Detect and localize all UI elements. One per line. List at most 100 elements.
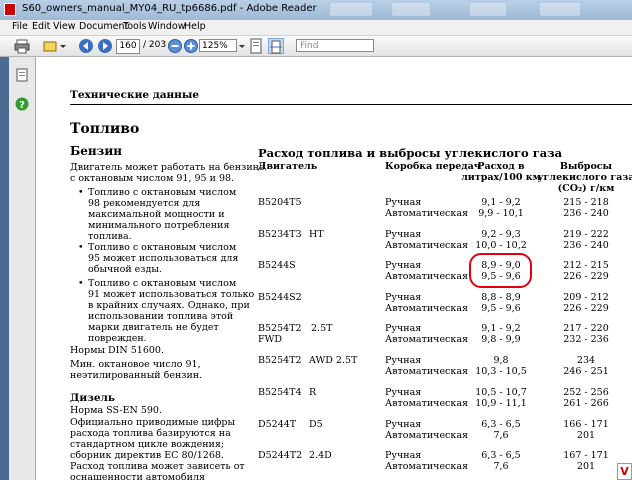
fit-page-icon[interactable] — [248, 38, 264, 54]
zoom-in-icon[interactable] — [183, 38, 199, 54]
title-bar: S60_owners_manual_MY04_RU_tp6686.pdf - A… — [0, 0, 632, 21]
table-cell-consumption: 9,1 - 9,2 — [481, 323, 521, 334]
red-highlight-circle — [469, 253, 532, 288]
benzin-title: Бензин — [70, 144, 123, 158]
table-cell-engine-variant: HT — [309, 229, 324, 240]
table-cell-emission: 234 — [576, 355, 596, 366]
table-cell-emission: 212 - 215 — [563, 260, 609, 271]
table-cell-gearbox: Автоматическая — [385, 366, 468, 377]
table-cell-consumption: 9,5 - 9,6 — [481, 303, 521, 314]
zoom-dropdown-icon[interactable] — [238, 38, 246, 54]
prev-page-icon[interactable] — [78, 38, 94, 54]
export-menu-icon[interactable] — [42, 38, 68, 54]
next-page-icon[interactable] — [97, 38, 113, 54]
diesel-norm: Норма SS-EN 590. — [70, 405, 162, 416]
table-cell-consumption: 10,5 - 10,7 — [475, 387, 527, 398]
bullet-line: Топливо с октановым числом — [88, 242, 237, 253]
bullet-line: в крайних случаях. Однако, при — [88, 300, 250, 311]
bullet-icon: • — [78, 278, 84, 289]
table-cell-consumption: 7,6 — [493, 430, 509, 441]
fit-width-icon[interactable] — [268, 38, 284, 54]
menu-tools[interactable]: Tools — [123, 21, 146, 32]
table-cell-gearbox: Ручная — [385, 229, 422, 240]
header-divider — [70, 104, 632, 105]
table-cell-gearbox: Автоматическая — [385, 240, 468, 251]
table-cell-engine: B5234T3 — [258, 229, 302, 240]
bullet-line: марки двигатель не будет — [88, 322, 219, 333]
benzin-intro-line: Двигатель может работать на бензине — [70, 162, 265, 173]
zoom-input[interactable]: 125% — [199, 39, 237, 52]
table-cell-engine-variant: 2.4D — [309, 450, 332, 461]
bullet-line: использовании топлива этой — [88, 311, 234, 322]
pages-panel-icon[interactable] — [16, 67, 28, 86]
table-cell-gearbox: Ручная — [385, 260, 422, 271]
bullet-line: 91 может использоваться только — [88, 289, 255, 300]
table-cell-consumption: 9,2 - 9,3 — [481, 229, 521, 240]
table-cell-consumption: 9,1 - 9,2 — [481, 197, 521, 208]
col-emission-header: Выбросы — [559, 161, 613, 172]
menu-edit[interactable]: Edit — [32, 21, 50, 32]
page-header: Технические данные — [70, 89, 200, 101]
table-cell-consumption: 6,3 - 6,5 — [481, 450, 521, 461]
table-cell-emission: 232 - 236 — [563, 334, 609, 345]
table-cell-consumption: 10,0 - 10,2 — [475, 240, 527, 251]
diesel-line: стандартном цикле вождения; — [70, 439, 225, 450]
table-cell-engine: B5254T2 — [258, 355, 302, 366]
print-icon[interactable] — [14, 38, 30, 54]
diesel-title: Дизель — [70, 392, 116, 404]
find-input[interactable]: Find — [296, 39, 374, 52]
table-cell-consumption: 9,9 - 10,1 — [478, 208, 524, 219]
table-cell-emission: 201 — [576, 461, 596, 472]
bullet-icon: • — [78, 187, 84, 198]
table-cell-emission: 215 - 218 — [563, 197, 609, 208]
col-consumption-header: литрах/100 км — [461, 172, 541, 183]
zoom-out-icon[interactable] — [167, 38, 183, 54]
table-cell-emission: 236 - 240 — [563, 240, 609, 251]
table-title: Расход топлива и выбросы углекислого газ… — [258, 146, 563, 160]
menu-window[interactable]: Window — [148, 21, 185, 32]
table-cell-engine: B5204T5 — [258, 197, 302, 208]
table-cell-gearbox: Ручная — [385, 292, 422, 303]
table-cell-engine: D5244T2 — [258, 450, 303, 461]
page-number-input[interactable]: 160 — [116, 39, 140, 54]
table-cell-emission: 246 - 251 — [563, 366, 609, 377]
table-cell-consumption: 6,3 - 6,5 — [481, 419, 521, 430]
table-cell-engine: B5254T2 — [258, 323, 302, 334]
bullet-line: обычной езды. — [88, 264, 162, 275]
min-octane-line: неэтилированный бензин. — [70, 370, 203, 381]
table-cell-engine: B5244S2 — [258, 292, 302, 303]
menu-view[interactable]: View — [53, 21, 76, 32]
table-cell-consumption: 8,8 - 8,9 — [481, 292, 521, 303]
table-cell-engine-variant: 2.5T — [311, 323, 333, 334]
table-cell-gearbox: Автоматическая — [385, 303, 468, 314]
table-cell-gearbox: Ручная — [385, 450, 422, 461]
table-cell-consumption: 10,3 - 10,5 — [475, 366, 527, 377]
min-octane-line: Мин. октановое число 91, — [70, 359, 201, 370]
diesel-line: оснащенности автомобиля — [70, 472, 205, 480]
col-gearbox-header: Коробка передач — [385, 161, 481, 172]
help-icon[interactable]: ? — [15, 96, 29, 115]
table-cell-engine-drive: FWD — [258, 334, 282, 345]
table-cell-emission: 226 - 229 — [563, 271, 609, 282]
diesel-line: Официально приводимые цифры — [70, 417, 236, 428]
section-title: Топливо — [70, 121, 140, 137]
table-cell-emission: 226 - 229 — [563, 303, 609, 314]
menu-bar: File Edit View Document Tools Window Hel… — [0, 20, 632, 36]
table-cell-engine-variant: AWD 2.5T — [309, 355, 358, 366]
bullet-line: максимальной мощности и — [88, 209, 225, 220]
table-cell-engine: D5244T — [258, 419, 297, 430]
diesel-line: сборник директив ЕС 80/1268. — [70, 450, 224, 461]
table-cell-gearbox: Ручная — [385, 419, 422, 430]
table-cell-gearbox: Автоматическая — [385, 271, 468, 282]
bullet-line: 98 рекомендуется для — [88, 198, 201, 209]
table-cell-gearbox: Ручная — [385, 323, 422, 334]
col-emission-header: углекислого газа — [537, 172, 632, 183]
bullet-line: топлива. — [88, 231, 132, 242]
table-cell-gearbox: Автоматическая — [385, 430, 468, 441]
menu-file[interactable]: File — [12, 21, 28, 32]
table-cell-gearbox: Автоматическая — [385, 461, 468, 472]
table-cell-emission: 217 - 220 — [563, 323, 609, 334]
bullet-line: Топливо с октановым числом — [88, 187, 237, 198]
menu-document[interactable]: Document — [79, 21, 128, 32]
menu-help[interactable]: Help — [184, 21, 206, 32]
